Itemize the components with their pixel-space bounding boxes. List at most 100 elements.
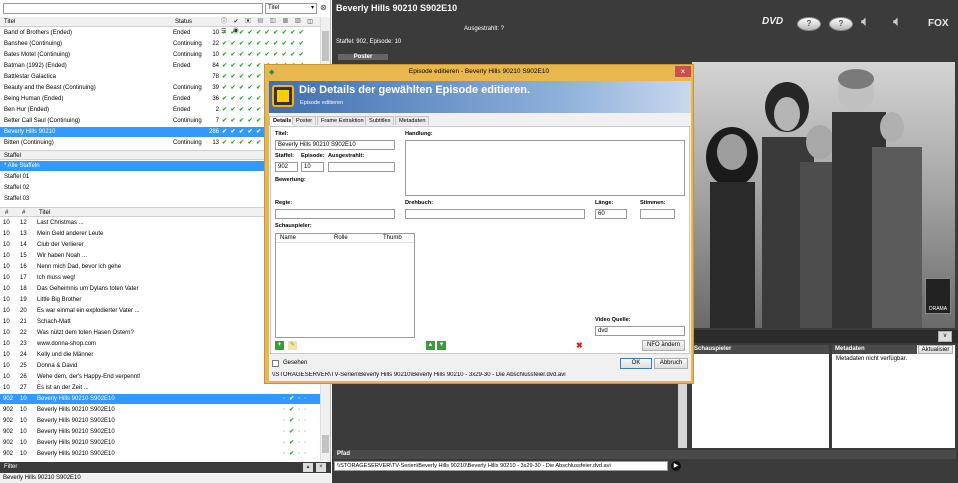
label-schauspieler: Schauspieler:: [275, 223, 312, 229]
filter-input[interactable]: [3, 3, 263, 14]
close-button[interactable]: ×: [675, 66, 691, 77]
meta-header: Metadaten: [832, 345, 917, 354]
aired-input[interactable]: [328, 162, 395, 172]
drama-badge: DRAMA: [925, 278, 951, 314]
votes-input[interactable]: [640, 209, 675, 219]
gesehen-label: Gesehen: [283, 360, 308, 366]
dvd-icon: DVD: [762, 16, 784, 27]
actors-header: Schauspieler: [692, 345, 829, 354]
status-icons: ◦✔◦◦: [283, 440, 311, 446]
speaker-icon: 🔈︎: [893, 13, 903, 30]
status-bar: Beverly Hills 90210 S902E10: [0, 474, 331, 483]
filter-clear-icon[interactable]: ⊗: [320, 3, 327, 12]
dialog-titlebar: ◆ Episode editieren - Beverly Hills 9021…: [265, 65, 693, 80]
path-header: Pfad: [334, 450, 956, 459]
gesehen-checkbox[interactable]: [272, 360, 279, 367]
fox-logo: FOX: [928, 18, 949, 29]
tab-poster[interactable]: Poster: [292, 116, 317, 125]
check-icons: ✔✔✔✔✔✔✔✔✔✔: [222, 52, 308, 58]
series-row[interactable]: Banshee (Continuing) Continuing 22 ✔✔✔✔✔✔✔✔…: [0, 39, 320, 49]
season-input[interactable]: 902: [275, 162, 298, 172]
meta-text: Metadaten nicht verfügbar.: [836, 356, 908, 362]
episode-row[interactable]: 902 10 Beverly Hills 90210 S902E10 ◦✔◦◦: [0, 427, 320, 437]
actors-table[interactable]: Name Rolle Thumb: [275, 233, 415, 338]
episode-edit-dialog: ◆ Episode editieren - Beverly Hills 9021…: [264, 64, 694, 384]
status-icons: ◦✔◦◦: [283, 396, 311, 402]
fanart-image: [692, 62, 955, 328]
path-field[interactable]: \\STORAGESERVER\TV-Serien\Beverly Hills …: [334, 461, 668, 471]
tab-strip: Details Poster Frame Extraktion Subtitle…: [269, 116, 691, 126]
move-down-icon[interactable]: ▼: [437, 341, 446, 350]
fanart-svg: [706, 69, 922, 328]
label-staffel: Staffel:: [275, 153, 294, 159]
expand-button[interactable]: v: [938, 331, 952, 342]
series-header: Titel Status ⓘ ✔ ▣ ▤ ▥ ▦ ▧ ◫ ☰ ◉: [0, 17, 320, 35]
speaker-icon: 🔈︎: [861, 13, 871, 30]
status-icons: ◦✔◦◦: [283, 418, 311, 424]
move-up-icon[interactable]: ▲: [426, 341, 435, 350]
status-icons: ◦✔◦◦: [283, 407, 311, 413]
delete-actor-icon[interactable]: ✖: [576, 341, 583, 350]
check-icons: ✔✔✔✔✔✔✔✔✔✔: [222, 30, 308, 36]
episode-input[interactable]: 10: [301, 162, 324, 172]
filter-bar[interactable]: Filter ▲ ×: [0, 462, 331, 473]
poster-label: Poster: [338, 54, 388, 60]
episode-row[interactable]: 902 10 Beverly Hills 90210 S902E10 ◦✔◦◦: [0, 416, 320, 426]
filter-select[interactable]: Titel ▾: [265, 3, 317, 14]
chevron-up-icon[interactable]: ▲: [303, 463, 313, 472]
tv-icon: [272, 85, 294, 107]
label-titel: Titel:: [275, 131, 289, 137]
series-col-title[interactable]: Titel: [4, 17, 15, 27]
close-icon[interactable]: ×: [316, 463, 326, 472]
filter-select-value: Titel: [268, 5, 280, 11]
status-icons: ◦✔◦◦: [283, 451, 311, 457]
series-row[interactable]: Bates Motel (Continuing) Continuing 10 ✔✔✔✔…: [0, 50, 320, 60]
aired-label: Ausgestrahlt: ?: [464, 26, 505, 32]
label-ausgestrahlt: Ausgestrahlt:: [328, 153, 365, 159]
director-input[interactable]: [275, 209, 395, 219]
edit-actor-icon[interactable]: ✎: [288, 341, 297, 350]
episode-row[interactable]: 902 10 Beverly Hills 90210 S902E10 ◦✔◦◦: [0, 405, 320, 415]
scrollbar-thumb[interactable]: [322, 435, 329, 453]
title-input[interactable]: Beverly Hills 90210 S902E10: [275, 140, 395, 150]
writer-input[interactable]: [405, 209, 585, 219]
label-drehbuch: Drehbuch:: [405, 200, 433, 206]
episode-row-selected[interactable]: 902 10 Beverly Hills 90210 S902E10 ◦✔◦◦: [0, 394, 320, 405]
nfo-button[interactable]: NFO ändern: [642, 340, 685, 351]
cancel-button[interactable]: Abbruch: [654, 358, 688, 369]
actors-table-header: Name Rolle Thumb: [276, 234, 414, 243]
actors-panel: [692, 345, 829, 448]
label-laenge: Länge:: [595, 200, 614, 206]
label-videoquelle: Video Quelle:: [595, 317, 631, 323]
tab-metadata[interactable]: Metadaten: [395, 116, 430, 125]
label-handlung: Handlung:: [405, 131, 433, 137]
label-stimmen: Stimmen:: [640, 200, 666, 206]
tab-subtitles[interactable]: Subtitles: [365, 116, 395, 125]
ok-button[interactable]: OK: [620, 358, 652, 369]
refresh-button[interactable]: Aktualisier: [918, 345, 953, 354]
label-regie: Regie:: [275, 200, 293, 206]
dialog-banner: Die Details der gewählten Episode editie…: [269, 81, 691, 113]
tab-frame-extraction[interactable]: Frame Extraktion: [317, 116, 368, 125]
episode-row[interactable]: 10 27 Es ist an der Zeit ...: [0, 383, 320, 393]
check-icons: ✔✔✔✔✔✔✔✔✔✔: [222, 41, 308, 47]
banner-title: Die Details der gewählten Episode editie…: [299, 84, 531, 96]
season-episode-label: Staffel: 902, Episode: 10: [336, 39, 402, 45]
help-icon: ?: [829, 17, 853, 31]
scrollbar-thumb[interactable]: [322, 31, 329, 61]
runtime-input[interactable]: 60: [595, 209, 627, 219]
episode-title: Beverly Hills 90210 S902E10: [336, 3, 458, 13]
path-go-icon[interactable]: ▶: [671, 461, 681, 471]
plot-textarea[interactable]: [405, 140, 685, 196]
episode-row[interactable]: 902 10 Beverly Hills 90210 S902E10 ◦✔◦◦: [0, 449, 320, 459]
video-source-input[interactable]: dvd: [595, 326, 685, 336]
status-icons: ◦✔◦◦: [283, 429, 311, 435]
label-bewertung: Bewertung:: [275, 177, 306, 183]
series-col-status[interactable]: Status: [175, 17, 192, 27]
episode-row[interactable]: 902 10 Beverly Hills 90210 S902E10 ◦✔◦◦: [0, 438, 320, 448]
dialog-path: \\STORAGESERVER\TV-Serien\Beverly Hills …: [272, 372, 566, 378]
series-row[interactable]: Band of Brothers (Ended) Ended 10 ✔✔✔✔✔✔✔✔✔…: [0, 28, 320, 38]
dialog-title: Episode editieren - Beverly Hills 90210 …: [408, 68, 550, 75]
chevron-down-icon: ▾: [310, 5, 314, 11]
add-actor-icon[interactable]: +: [275, 341, 284, 350]
